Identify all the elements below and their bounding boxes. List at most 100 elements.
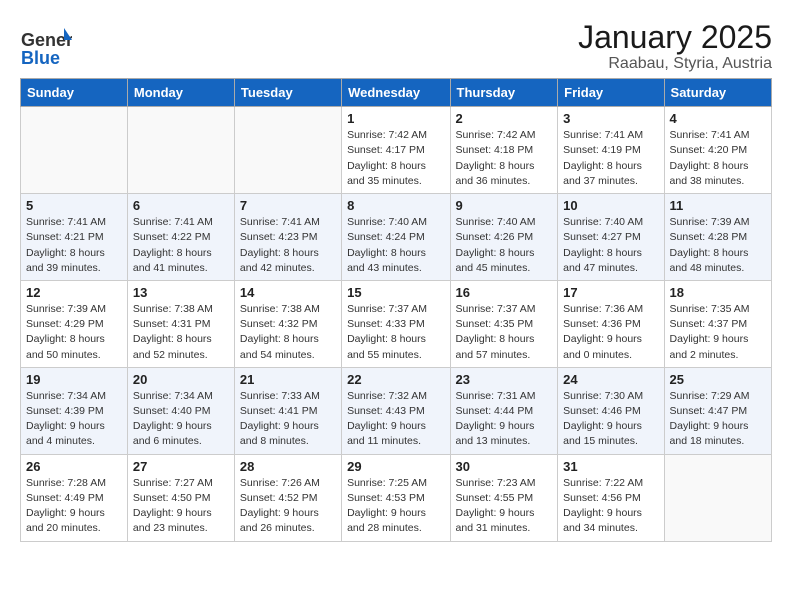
calendar-day-cell: 28Sunrise: 7:26 AM Sunset: 4:52 PM Dayli… [234,454,341,541]
day-info: Sunrise: 7:31 AM Sunset: 4:44 PM Dayligh… [456,389,553,450]
calendar-day-cell: 25 Sunrise: 7:29 AM Sunset: 4:47 PM Dayli… [664,367,771,454]
day-number: 29 [347,459,444,474]
calendar-day-cell: 13 Sunrise: 7:38 AM Sunset: 4:31 PM Dayli… [127,280,234,367]
calendar-day-cell: 11 Sunrise: 7:39 AM Sunset: 4:28 PM Dayli… [664,194,771,281]
day-number: 25 [670,372,766,387]
calendar-subtitle: Raabau, Styria, Austria [578,55,772,73]
calendar-week-row: 26Sunrise: 7:28 AM Sunset: 4:49 PM Dayli… [21,454,772,541]
weekday-header: Sunday [21,79,128,107]
weekday-header: Friday [558,79,664,107]
calendar-day-cell: 21Sunrise: 7:33 AM Sunset: 4:41 PM Dayli… [234,367,341,454]
calendar-day-cell: 23 Sunrise: 7:31 AM Sunset: 4:44 PM Dayli… [450,367,558,454]
day-info: Sunrise: 7:34 AM Sunset: 4:39 PM Dayligh… [26,389,122,450]
day-info: Sunrise: 7:41 AM Sunset: 4:20 PM Dayligh… [670,128,766,189]
day-number: 11 [670,198,766,213]
day-info: Sunrise: 7:38 AM Sunset: 4:31 PM Dayligh… [133,302,229,363]
calendar-day-cell: 6 Sunrise: 7:41 AM Sunset: 4:22 PM Daylig… [127,194,234,281]
calendar-day-cell [234,107,341,194]
day-number: 12 [26,285,122,300]
calendar-day-cell: 18Sunrise: 7:35 AM Sunset: 4:37 PM Dayli… [664,280,771,367]
day-info: Sunrise: 7:27 AM Sunset: 4:50 PM Dayligh… [133,476,229,537]
day-number: 2 [456,111,553,126]
day-info: Sunrise: 7:40 AM Sunset: 4:26 PM Dayligh… [456,215,553,276]
calendar-day-cell: 9 Sunrise: 7:40 AM Sunset: 4:26 PM Daylig… [450,194,558,281]
day-info: Sunrise: 7:33 AM Sunset: 4:41 PM Dayligh… [240,389,336,450]
weekday-header: Saturday [664,79,771,107]
calendar-day-cell: 22 Sunrise: 7:32 AM Sunset: 4:43 PM Dayli… [342,367,450,454]
calendar-day-cell: 24Sunrise: 7:30 AM Sunset: 4:46 PM Dayli… [558,367,664,454]
day-number: 18 [670,285,766,300]
calendar-week-row: 1Sunrise: 7:42 AM Sunset: 4:17 PM Daylig… [21,107,772,194]
weekday-header-row: SundayMondayTuesdayWednesdayThursdayFrid… [21,79,772,107]
calendar-day-cell [21,107,128,194]
logo-icon: General Blue [20,20,72,72]
day-info: Sunrise: 7:41 AM Sunset: 4:19 PM Dayligh… [563,128,658,189]
day-number: 24 [563,372,658,387]
calendar-day-cell: 16 Sunrise: 7:37 AM Sunset: 4:35 PM Dayli… [450,280,558,367]
day-number: 4 [670,111,766,126]
weekday-header: Monday [127,79,234,107]
day-number: 22 [347,372,444,387]
svg-text:Blue: Blue [21,48,60,68]
day-number: 27 [133,459,229,474]
calendar-day-cell: 7Sunrise: 7:41 AM Sunset: 4:23 PM Daylig… [234,194,341,281]
day-number: 3 [563,111,658,126]
calendar-day-cell: 17 Sunrise: 7:36 AM Sunset: 4:36 PM Dayli… [558,280,664,367]
calendar-week-row: 5Sunrise: 7:41 AM Sunset: 4:21 PM Daylig… [21,194,772,281]
day-number: 14 [240,285,336,300]
calendar-day-cell: 8 Sunrise: 7:40 AM Sunset: 4:24 PM Daylig… [342,194,450,281]
day-info: Sunrise: 7:37 AM Sunset: 4:35 PM Dayligh… [456,302,553,363]
day-info: Sunrise: 7:41 AM Sunset: 4:22 PM Dayligh… [133,215,229,276]
day-info: Sunrise: 7:39 AM Sunset: 4:28 PM Dayligh… [670,215,766,276]
calendar-day-cell: 15Sunrise: 7:37 AM Sunset: 4:33 PM Dayli… [342,280,450,367]
day-number: 6 [133,198,229,213]
day-info: Sunrise: 7:41 AM Sunset: 4:23 PM Dayligh… [240,215,336,276]
day-number: 19 [26,372,122,387]
calendar-day-cell: 2 Sunrise: 7:42 AM Sunset: 4:18 PM Daylig… [450,107,558,194]
day-info: Sunrise: 7:40 AM Sunset: 4:27 PM Dayligh… [563,215,658,276]
calendar-day-cell: 3 Sunrise: 7:41 AM Sunset: 4:19 PM Daylig… [558,107,664,194]
day-number: 31 [563,459,658,474]
day-info: Sunrise: 7:32 AM Sunset: 4:43 PM Dayligh… [347,389,444,450]
day-info: Sunrise: 7:40 AM Sunset: 4:24 PM Dayligh… [347,215,444,276]
calendar-day-cell [664,454,771,541]
calendar-day-cell: 4 Sunrise: 7:41 AM Sunset: 4:20 PM Daylig… [664,107,771,194]
calendar-day-cell: 19 Sunrise: 7:34 AM Sunset: 4:39 PM Dayli… [21,367,128,454]
calendar-day-cell: 26Sunrise: 7:28 AM Sunset: 4:49 PM Dayli… [21,454,128,541]
calendar-day-cell: 10Sunrise: 7:40 AM Sunset: 4:27 PM Dayli… [558,194,664,281]
day-number: 8 [347,198,444,213]
day-number: 15 [347,285,444,300]
weekday-header: Thursday [450,79,558,107]
day-number: 23 [456,372,553,387]
calendar-day-cell: 29 Sunrise: 7:25 AM Sunset: 4:53 PM Dayli… [342,454,450,541]
day-number: 30 [456,459,553,474]
calendar-title: January 2025 [578,20,772,55]
day-number: 26 [26,459,122,474]
day-number: 13 [133,285,229,300]
day-info: Sunrise: 7:42 AM Sunset: 4:18 PM Dayligh… [456,128,553,189]
day-info: Sunrise: 7:25 AM Sunset: 4:53 PM Dayligh… [347,476,444,537]
day-number: 9 [456,198,553,213]
day-number: 20 [133,372,229,387]
day-info: Sunrise: 7:34 AM Sunset: 4:40 PM Dayligh… [133,389,229,450]
day-info: Sunrise: 7:23 AM Sunset: 4:55 PM Dayligh… [456,476,553,537]
day-number: 28 [240,459,336,474]
calendar-day-cell: 27 Sunrise: 7:27 AM Sunset: 4:50 PM Dayli… [127,454,234,541]
calendar-day-cell: 5Sunrise: 7:41 AM Sunset: 4:21 PM Daylig… [21,194,128,281]
calendar-table: SundayMondayTuesdayWednesdayThursdayFrid… [20,78,772,541]
day-info: Sunrise: 7:36 AM Sunset: 4:36 PM Dayligh… [563,302,658,363]
calendar-day-cell: 30 Sunrise: 7:23 AM Sunset: 4:55 PM Dayli… [450,454,558,541]
calendar-day-cell [127,107,234,194]
day-number: 1 [347,111,444,126]
day-info: Sunrise: 7:29 AM Sunset: 4:47 PM Dayligh… [670,389,766,450]
day-number: 17 [563,285,658,300]
weekday-header: Wednesday [342,79,450,107]
day-info: Sunrise: 7:41 AM Sunset: 4:21 PM Dayligh… [26,215,122,276]
calendar-week-row: 19 Sunrise: 7:34 AM Sunset: 4:39 PM Dayli… [21,367,772,454]
day-info: Sunrise: 7:22 AM Sunset: 4:56 PM Dayligh… [563,476,658,537]
day-number: 16 [456,285,553,300]
calendar-day-cell: 12Sunrise: 7:39 AM Sunset: 4:29 PM Dayli… [21,280,128,367]
page-header: General Blue January 2025 Raabau, Styria… [10,10,782,78]
title-block: January 2025 Raabau, Styria, Austria [578,20,772,73]
calendar-day-cell: 14Sunrise: 7:38 AM Sunset: 4:32 PM Dayli… [234,280,341,367]
